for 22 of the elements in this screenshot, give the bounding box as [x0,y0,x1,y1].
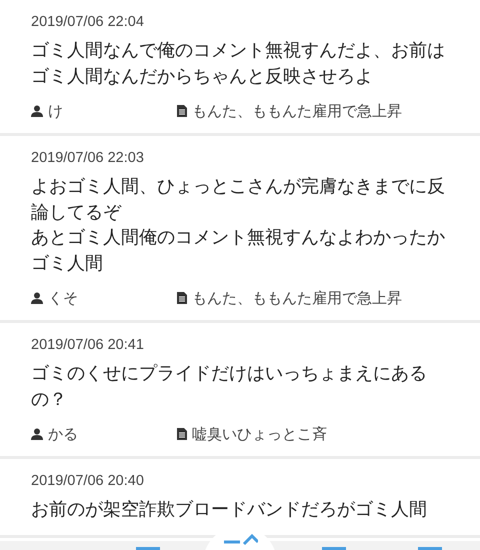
article-title[interactable]: もんた、ももんた雇用で急上昇 [192,101,402,121]
user-name[interactable]: け [48,101,63,121]
comment-date: 2019/07/06 20:41 [31,337,145,353]
comment-date: 2019/07/06 22:03 [31,150,145,166]
user-icon [31,428,43,440]
user-name[interactable]: くそ [48,288,78,308]
document-icon [177,105,187,117]
user-icon [31,105,43,117]
compose-icon [222,534,258,546]
article-title[interactable]: もんた、ももんた雇用で急上昇 [192,288,402,308]
document-icon [177,428,187,440]
user-name[interactable]: かる [48,424,78,444]
comment-text: ゴミ人間なんで俺のコメント無視すんだよ、お前はゴミ人間なんだからちゃんと反映させろよ [31,39,446,88]
comment-text: あとゴミ人間俺のコメント無視すんなよわかったかゴミ人間 [31,226,446,276]
comment-date: 2019/07/06 22:04 [31,14,145,30]
comment-text: お前のが架空詐欺ブロードバンドだろがゴミ人間 [31,498,428,522]
user-icon [31,292,43,304]
article-title[interactable]: 嘘臭いひょっとこ斉 [192,424,327,444]
comment-text: ゴミのくせにプライドだけはいっちょまえにあるの？ [31,362,428,412]
comment-date: 2019/07/06 20:40 [31,473,145,489]
document-icon [177,292,187,304]
comment-text: よおゴミ人間、ひょっとこさんが完膚なきまでに反論してるぞ [31,175,446,224]
